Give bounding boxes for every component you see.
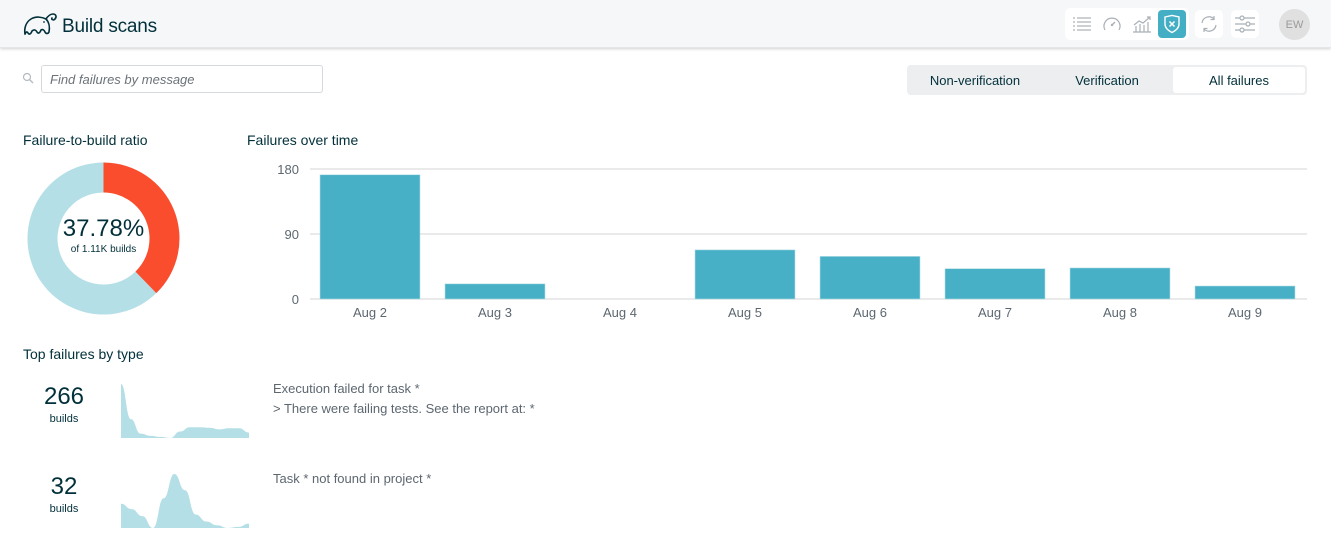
x-tick-label: Aug 8 — [1103, 305, 1137, 320]
failures-button[interactable] — [1158, 10, 1186, 38]
failure-trend-sparkline — [121, 384, 249, 438]
x-tick-label: Aug 9 — [1228, 305, 1262, 320]
y-tick-label: 90 — [285, 227, 299, 242]
ratio-subtitle: of 1.11K builds — [70, 244, 137, 255]
tab-verification[interactable]: Verification — [1041, 67, 1173, 93]
failures-over-time-chart: 0 90 180 Aug 2 Aug 3 Aug 4 Aug 5 Aug 6 Aug 7 Aug … — [277, 162, 1307, 320]
failure-count: 32 — [50, 473, 78, 500]
bar[interactable] — [819, 256, 921, 300]
tab-all-failures[interactable]: All failures — [1173, 67, 1305, 93]
sparkline-area — [121, 474, 249, 528]
failure-message-line: Execution failed for task * — [273, 381, 420, 396]
x-tick-label: Aug 4 — [603, 305, 637, 320]
app-header: Build scans EW — [0, 0, 1331, 48]
list-icon — [1073, 17, 1091, 31]
failure-count: 266 — [43, 383, 85, 410]
ratio-percent: 37.78% — [62, 215, 145, 242]
search-icon — [22, 72, 34, 84]
top-failures-title: Top failures by type — [23, 346, 144, 362]
bar[interactable] — [944, 268, 1046, 300]
failure-message-line: Task * not found in project * — [273, 471, 432, 486]
elephant-logo-icon[interactable] — [22, 10, 58, 38]
bar[interactable] — [694, 249, 796, 300]
x-tick-label: Aug 2 — [353, 305, 387, 320]
failure-type-row[interactable]: 32 builds Task * not found in project * — [0, 470, 700, 540]
settings-button[interactable] — [1231, 10, 1259, 38]
app-title: Build scans — [62, 16, 157, 37]
y-tick-label: 0 — [292, 292, 299, 307]
failure-count-unit: builds — [49, 503, 79, 515]
gauge-icon — [1103, 17, 1121, 31]
y-tick-label: 180 — [277, 162, 299, 177]
failure-message[interactable]: Execution failed for task * > There were… — [273, 379, 535, 419]
failure-message[interactable]: Task * not found in project * — [273, 469, 431, 489]
trend-chart-icon — [1133, 16, 1151, 33]
x-tick-label: Aug 3 — [478, 305, 512, 320]
refresh-button[interactable] — [1195, 10, 1223, 38]
view-switcher — [1065, 8, 1189, 40]
ratio-title: Failure-to-build ratio — [23, 132, 148, 148]
ratio-center-label: 37.78% of 1.11K builds — [27, 215, 180, 256]
failure-filter-tabs: Non-verification Verification All failur… — [907, 65, 1307, 95]
failure-shield-icon — [1164, 14, 1180, 34]
bar[interactable] — [1069, 267, 1171, 300]
over-time-title: Failures over time — [247, 132, 359, 148]
x-tick-label: Aug 7 — [978, 305, 1012, 320]
tab-non-verification[interactable]: Non-verification — [909, 67, 1041, 93]
failure-type-row[interactable]: 266 builds Execution failed for task * >… — [0, 380, 700, 450]
failure-message-line: > There were failing tests. See the repo… — [273, 401, 535, 416]
trends-button[interactable] — [1128, 10, 1156, 38]
x-tick-label: Aug 6 — [853, 305, 887, 320]
failure-count-unit: builds — [49, 413, 79, 425]
bar[interactable] — [1194, 285, 1296, 300]
bar[interactable] — [319, 174, 421, 300]
refresh-icon — [1201, 16, 1217, 32]
x-tick-label: Aug 5 — [728, 305, 762, 320]
failure-search-input[interactable] — [41, 65, 323, 93]
failure-trend-sparkline — [121, 474, 249, 528]
sparkline-area — [121, 384, 249, 438]
build-list-button[interactable] — [1068, 10, 1096, 38]
bar[interactable] — [444, 283, 546, 300]
performance-button[interactable] — [1098, 10, 1126, 38]
sliders-icon — [1235, 15, 1255, 33]
user-avatar[interactable]: EW — [1279, 9, 1310, 40]
